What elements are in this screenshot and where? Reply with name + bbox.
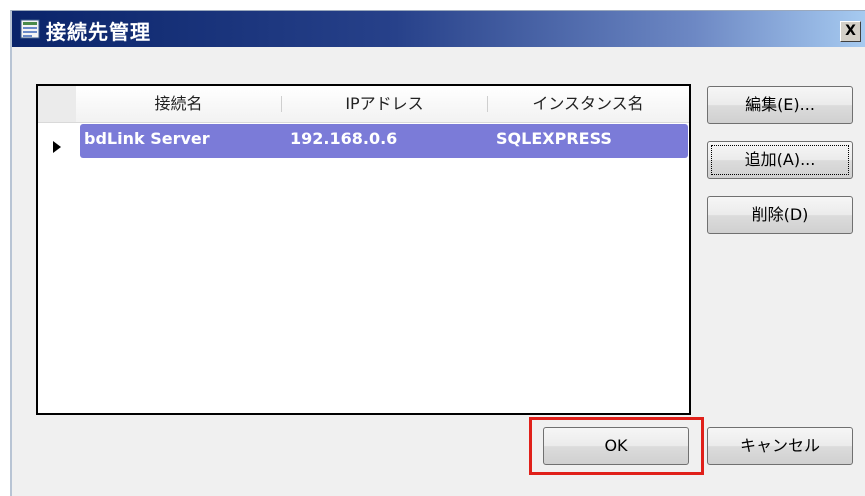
delete-button[interactable]: 削除(D) bbox=[707, 196, 853, 234]
column-header-instance-name[interactable]: インスタンス名 bbox=[488, 86, 688, 122]
column-header-connection-name[interactable]: 接続名 bbox=[76, 86, 281, 122]
title-bar[interactable]: 接続先管理 X bbox=[12, 11, 865, 47]
cancel-button[interactable]: キャンセル bbox=[707, 427, 853, 465]
add-button[interactable]: 追加(A)... bbox=[707, 141, 853, 179]
grid-header: 接続名 IPアドレス インスタンス名 bbox=[38, 86, 689, 123]
table-row[interactable]: bdLink Server 192.168.0.6 SQLEXPRESS bbox=[80, 124, 688, 158]
cancel-button-label: キャンセル bbox=[739, 436, 820, 455]
cell-ip-address: 192.168.0.6 bbox=[290, 129, 398, 148]
column-header-ip-address[interactable]: IPアドレス bbox=[282, 86, 487, 122]
edit-button[interactable]: 編集(E)... bbox=[707, 86, 853, 124]
ok-highlight-box bbox=[529, 417, 704, 475]
database-icon bbox=[20, 19, 40, 39]
edit-button-label: 編集(E)... bbox=[745, 95, 815, 114]
connection-grid[interactable]: 接続名 IPアドレス インスタンス名 bdLink Server 192.168… bbox=[36, 84, 691, 415]
connection-manager-window: 接続先管理 X 接続名 IPアドレス インスタンス名 bdLink Server… bbox=[10, 10, 865, 496]
cell-connection-name: bdLink Server bbox=[84, 129, 210, 148]
grid-corner bbox=[38, 86, 76, 122]
current-row-arrow-icon bbox=[53, 141, 61, 153]
delete-button-label: 削除(D) bbox=[751, 205, 809, 224]
add-button-label: 追加(A)... bbox=[744, 150, 816, 169]
cell-instance-name: SQLEXPRESS bbox=[496, 129, 612, 148]
window-title: 接続先管理 bbox=[46, 20, 151, 44]
close-button[interactable]: X bbox=[840, 21, 861, 42]
